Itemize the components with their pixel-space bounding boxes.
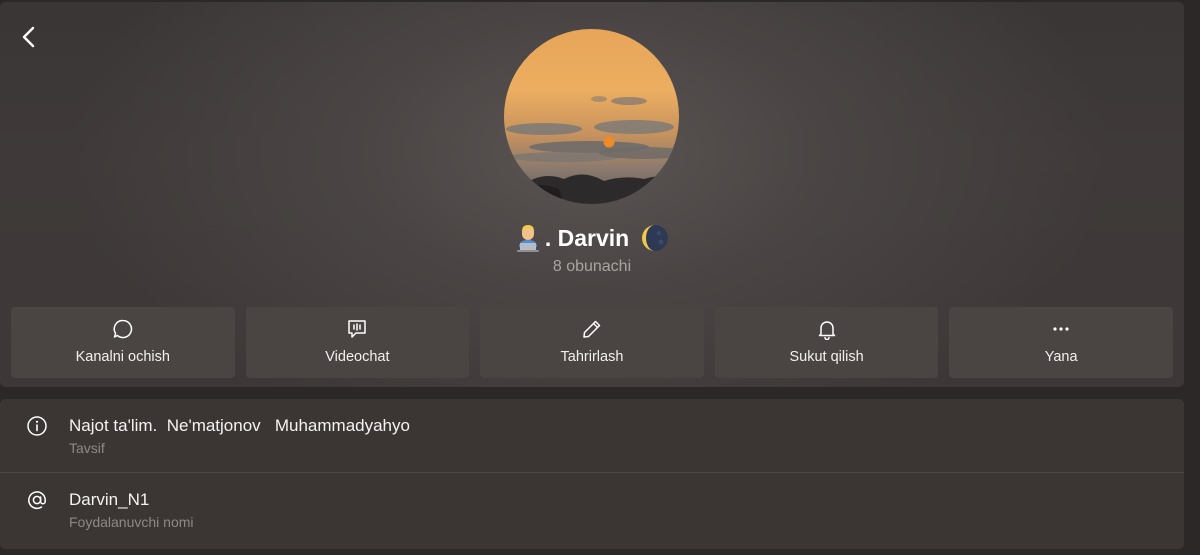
channel-avatar[interactable] <box>504 29 679 204</box>
videochat-button[interactable]: Videochat <box>245 307 470 378</box>
technologist-emoji-icon <box>516 225 539 252</box>
description-value: Najot ta'lim. Ne'matjonov Muhammadyahyo <box>69 416 410 435</box>
description-row[interactable]: Najot ta'lim. Ne'matjonov Muhammadyahyo … <box>0 399 1184 473</box>
mute-button[interactable]: Sukut qilish <box>714 307 939 378</box>
chat-bubble-icon <box>113 319 132 339</box>
open-channel-label: Kanalni ochish <box>75 349 170 365</box>
subscriber-count: 8 obunachi <box>552 258 632 275</box>
mute-label: Sukut qilish <box>789 349 864 365</box>
channel-info: Najot ta'lim. Ne'matjonov Muhammadyahyo … <box>0 399 1184 549</box>
moon-emoji-icon <box>642 225 669 251</box>
open-channel-button[interactable]: Kanalni ochish <box>11 307 235 378</box>
more-button[interactable]: Yana <box>949 307 1173 378</box>
edit-label: Tahrirlash <box>560 349 624 365</box>
username-value: Darvin_N1 <box>69 490 150 509</box>
more-dots-icon <box>1053 327 1069 331</box>
username-row[interactable]: Darvin_N1 Foydalanuvchi nomi <box>0 473 1184 547</box>
bell-icon <box>818 321 835 340</box>
pencil-icon <box>583 320 601 338</box>
back-button[interactable] <box>14 22 44 52</box>
channel-name: . Darvin <box>544 224 630 251</box>
info-icon <box>27 416 47 436</box>
sunset-photo <box>504 29 679 204</box>
username-caption: Foydalanuvchi nomi <box>69 514 194 530</box>
description-caption: Tavsif <box>69 440 105 456</box>
channel-title: . Darvin <box>0 220 1184 256</box>
video-chat-icon <box>348 320 367 338</box>
at-sign-icon <box>28 491 46 510</box>
back-arrow-icon <box>22 26 35 48</box>
action-bar: Kanalni ochish Videochat Tahrirlash Suku… <box>11 307 1173 378</box>
videochat-label: Videochat <box>325 349 390 365</box>
edit-button[interactable]: Tahrirlash <box>480 307 704 378</box>
more-label: Yana <box>1044 349 1078 365</box>
